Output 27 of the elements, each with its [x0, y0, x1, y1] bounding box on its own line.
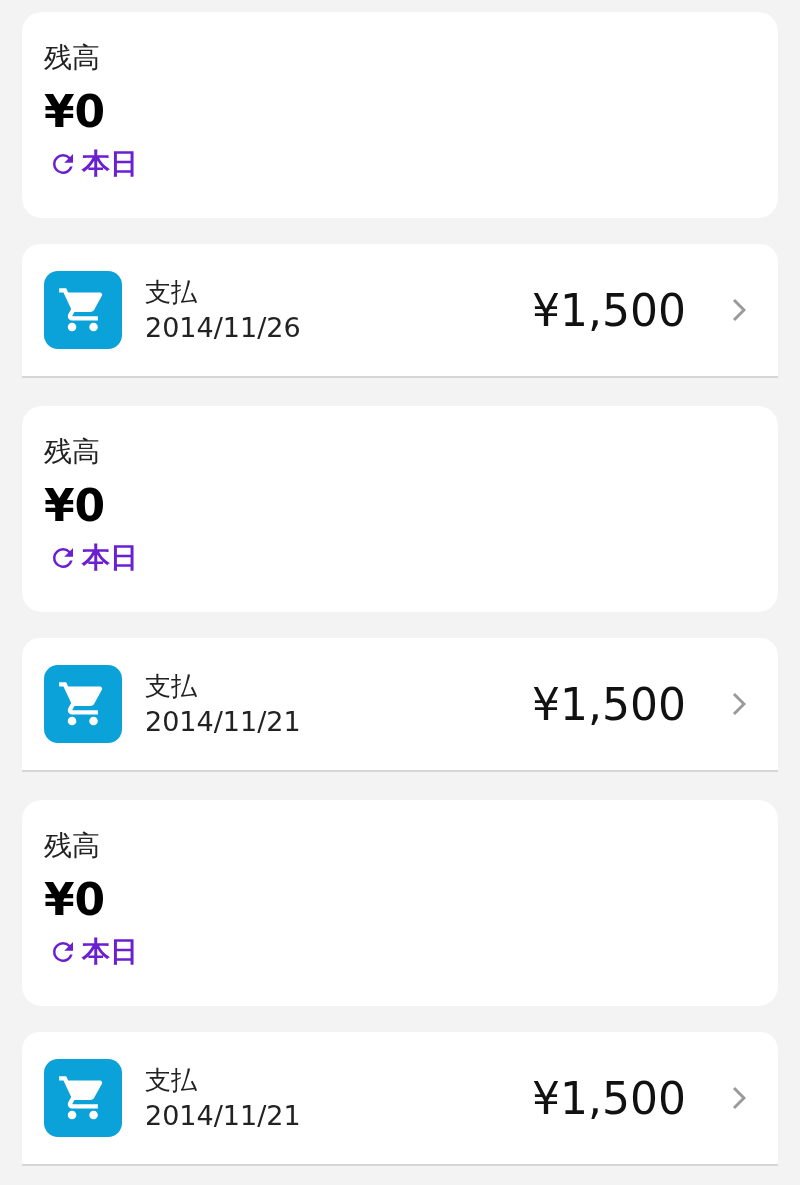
refresh-label[interactable]: 本日	[82, 146, 138, 182]
balance-amount: ¥0	[44, 479, 106, 533]
transaction-title: 支払	[145, 670, 198, 703]
balance-label: 残高	[44, 434, 100, 470]
transaction-date: 2014/11/26	[145, 311, 302, 345]
cart-icon	[44, 1059, 122, 1137]
chevron-icon	[732, 1086, 746, 1110]
balance-amount: ¥0	[44, 85, 106, 139]
refresh-label[interactable]: 本日	[82, 934, 138, 970]
balance-label: 残高	[44, 40, 100, 76]
transaction-date: 2014/11/21	[145, 1099, 302, 1133]
transaction-date: 2014/11/21	[145, 705, 302, 739]
balance-amount: ¥0	[44, 873, 106, 927]
chevron-icon	[732, 692, 746, 716]
cart-icon	[44, 665, 122, 743]
chevron-icon	[732, 298, 746, 322]
cart-icon	[44, 271, 122, 349]
transaction-amount: ¥1,500	[532, 1072, 686, 1124]
transaction-amount: ¥1,500	[532, 284, 686, 336]
transaction-row[interactable]: 支払 2014/11/26 ¥1,500	[22, 244, 778, 378]
refresh-label[interactable]: 本日	[82, 540, 138, 576]
transaction-row[interactable]: 支払 2014/11/21 ¥1,500	[22, 638, 778, 772]
balance-label: 残高	[44, 828, 100, 864]
transaction-title: 支払	[145, 276, 198, 309]
transaction-amount: ¥1,500	[532, 678, 686, 730]
transaction-title: 支払	[145, 1064, 198, 1097]
transaction-row[interactable]: 支払 2014/11/21 ¥1,500	[22, 1032, 778, 1166]
